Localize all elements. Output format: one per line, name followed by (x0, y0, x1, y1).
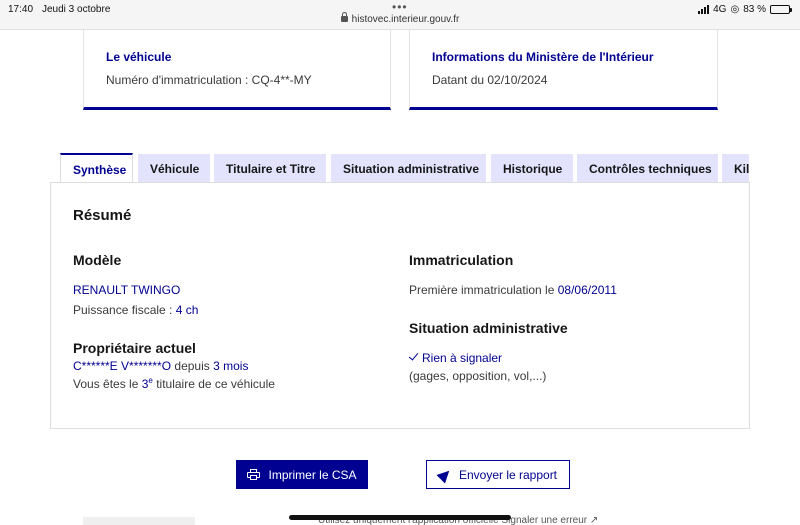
vehicle-card-title: Le véhicule (106, 50, 172, 64)
battery-percent: 83 % (743, 4, 766, 15)
ministry-card-title: Informations du Ministère de l'Intérieur (432, 50, 654, 64)
printer-icon (247, 469, 261, 480)
send-report-button[interactable]: Envoyer le rapport (426, 460, 570, 489)
registration-number: Numéro d'immatriculation : CQ-4**-MY (106, 73, 312, 87)
first-registration: Première immatriculation le 08/06/2011 (409, 283, 617, 297)
tab-situation-administrative[interactable]: Situation administrative (331, 154, 486, 183)
first-registration-date: 08/06/2011 (557, 283, 617, 297)
vehicle-card: Le véhicule Numéro d'immatriculation : C… (83, 30, 391, 110)
admin-detail: (gages, opposition, vol,...) (409, 369, 547, 383)
summary-title: Résumé (73, 207, 132, 224)
model-name: RENAULT TWINGO (73, 283, 181, 297)
admin-status: Rien à signaler (408, 350, 502, 365)
ministry-card: Informations du Ministère de l'Intérieur… (409, 30, 718, 110)
location-icon: ◎ (730, 4, 740, 15)
tab-titulaire-titre[interactable]: Titulaire et Titre (214, 154, 326, 183)
tab-historique[interactable]: Historique (491, 154, 573, 183)
tab-synthese[interactable]: Synthèse (60, 153, 133, 183)
status-indicators: 4G ◎ 83 % (698, 4, 792, 15)
tab-kilometrage[interactable]: Kil (722, 154, 749, 183)
address-bar[interactable]: histovec.interieur.gouv.fr (0, 12, 800, 25)
tab-vehicule[interactable]: Véhicule (138, 154, 210, 183)
signal-icon (698, 5, 710, 14)
footer-logo (83, 517, 195, 525)
model-heading: Modèle (73, 252, 122, 268)
fiscal-power: Puissance fiscale : 4 ch (73, 303, 199, 317)
data-date: Datant du 02/10/2024 (432, 73, 548, 87)
battery-icon (770, 5, 792, 14)
owner-duration: 3 mois (213, 359, 249, 373)
status-bar: 17:40 Jeudi 3 octobre ••• histovec.inter… (0, 0, 800, 30)
fiscal-power-value: 4 ch (175, 303, 199, 317)
more-dots-icon[interactable]: ••• (392, 0, 408, 14)
tab-bar: Synthèse Véhicule Titulaire et Titre Sit… (60, 153, 749, 183)
network-type: 4G (713, 4, 727, 15)
owner-line: C******E V*******O depuis 3 mois (73, 359, 249, 373)
print-csa-button[interactable]: Imprimer le CSA (236, 460, 368, 489)
admin-heading: Situation administrative (409, 320, 568, 336)
owner-heading: Propriétaire actuel (73, 340, 196, 356)
address-url: histovec.interieur.gouv.fr (351, 14, 460, 25)
home-indicator[interactable] (289, 515, 511, 520)
tab-controles-techniques[interactable]: Contrôles techniques (577, 154, 718, 183)
owner-name: C******E V*******O (73, 359, 172, 373)
synthese-panel: Résumé Modèle RENAULT TWINGO Puissance f… (50, 182, 750, 429)
owner-rank: Vous êtes le 3e titulaire de ce véhicule (73, 376, 275, 391)
registration-heading: Immatriculation (409, 252, 514, 268)
send-icon (436, 466, 454, 483)
lock-icon (340, 12, 348, 22)
check-icon (408, 350, 419, 361)
